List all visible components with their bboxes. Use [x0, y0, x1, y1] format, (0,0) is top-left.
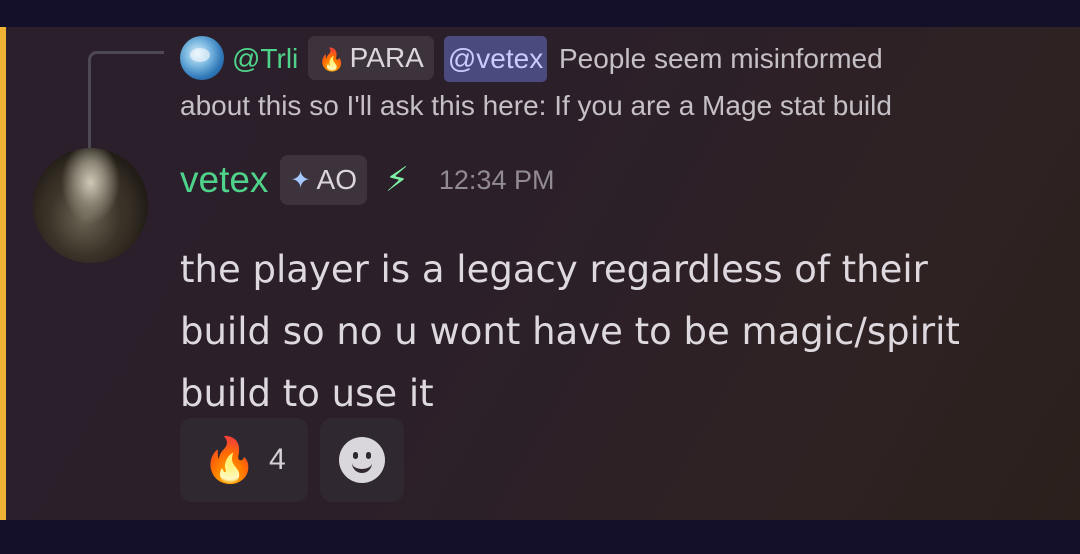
message-header: vetex ✦ AO ⚡ 12:34 PM: [180, 153, 554, 207]
chat-message[interactable]: @Trli 🔥 PARA @vetex People seem misinformed…: [0, 27, 1080, 520]
reply-preview[interactable]: @Trli 🔥 PARA @vetex People seem misinformed…: [180, 35, 1060, 129]
fire-icon: 🔥: [202, 435, 258, 486]
message-content: the player is a legacy regardless of the…: [180, 239, 1060, 425]
reply-guild-tag[interactable]: 🔥 PARA: [308, 36, 434, 80]
crystal-icon: ✦: [290, 166, 311, 194]
message-line: the player is a legacy regardless of the…: [180, 248, 928, 291]
message-line: build to use it: [180, 372, 434, 415]
author-guild-tag[interactable]: ✦ AO: [280, 155, 368, 205]
reply-username[interactable]: @Trli: [232, 43, 298, 74]
message-timestamp[interactable]: 12:34 PM: [439, 165, 555, 196]
author-username[interactable]: vetex: [180, 159, 268, 201]
reaction-fire[interactable]: 🔥 4: [180, 418, 308, 502]
mention[interactable]: @vetex: [443, 36, 548, 82]
author-avatar[interactable]: [33, 148, 148, 263]
mention-highlight-bar: [0, 27, 6, 520]
lightning-icon[interactable]: ⚡: [385, 160, 409, 200]
reply-text-line1: People seem misinformed: [558, 43, 883, 74]
author-tag-label: AO: [316, 164, 358, 195]
flame-icon: 🔥: [318, 47, 346, 72]
add-reaction-button[interactable]: [320, 418, 404, 502]
reaction-count: 4: [269, 443, 286, 476]
message-line: build so no u wont have to be magic/spir…: [180, 310, 960, 353]
chat-frame: @Trli 🔥 PARA @vetex People seem misinformed…: [0, 0, 1080, 554]
reply-avatar[interactable]: [180, 35, 224, 80]
reply-tag-label: PARA: [349, 42, 424, 73]
reply-text-line2: about this so I'll ask this here: If you…: [180, 89, 892, 121]
smiley-icon: [339, 437, 385, 483]
reply-connector: [88, 51, 164, 161]
reactions-bar: 🔥 4: [180, 418, 416, 502]
